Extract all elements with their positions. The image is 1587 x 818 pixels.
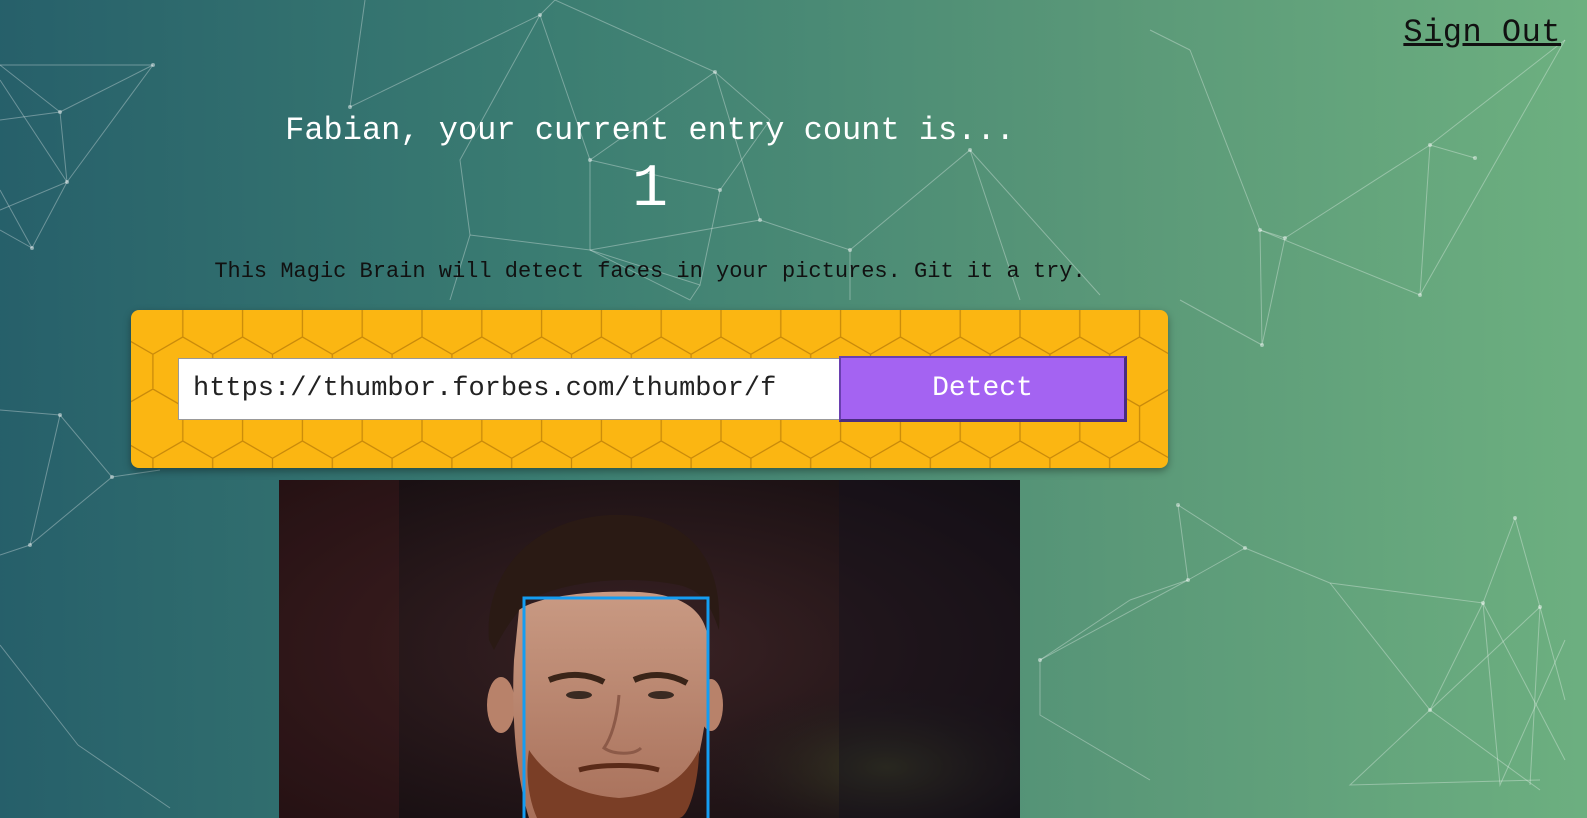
portrait-photo bbox=[279, 480, 1020, 818]
sign-out-link[interactable]: Sign Out bbox=[1403, 14, 1561, 51]
detect-button[interactable]: Detect bbox=[839, 356, 1127, 422]
detection-result-image bbox=[279, 480, 1020, 818]
entry-count-greeting: Fabian, your current entry count is... bbox=[285, 112, 1015, 149]
entry-count-value: 1 bbox=[631, 156, 668, 224]
image-url-form: Detect bbox=[131, 310, 1168, 468]
image-url-input[interactable] bbox=[178, 358, 840, 420]
magic-brain-description: This Magic Brain will detect faces in yo… bbox=[214, 259, 1086, 284]
